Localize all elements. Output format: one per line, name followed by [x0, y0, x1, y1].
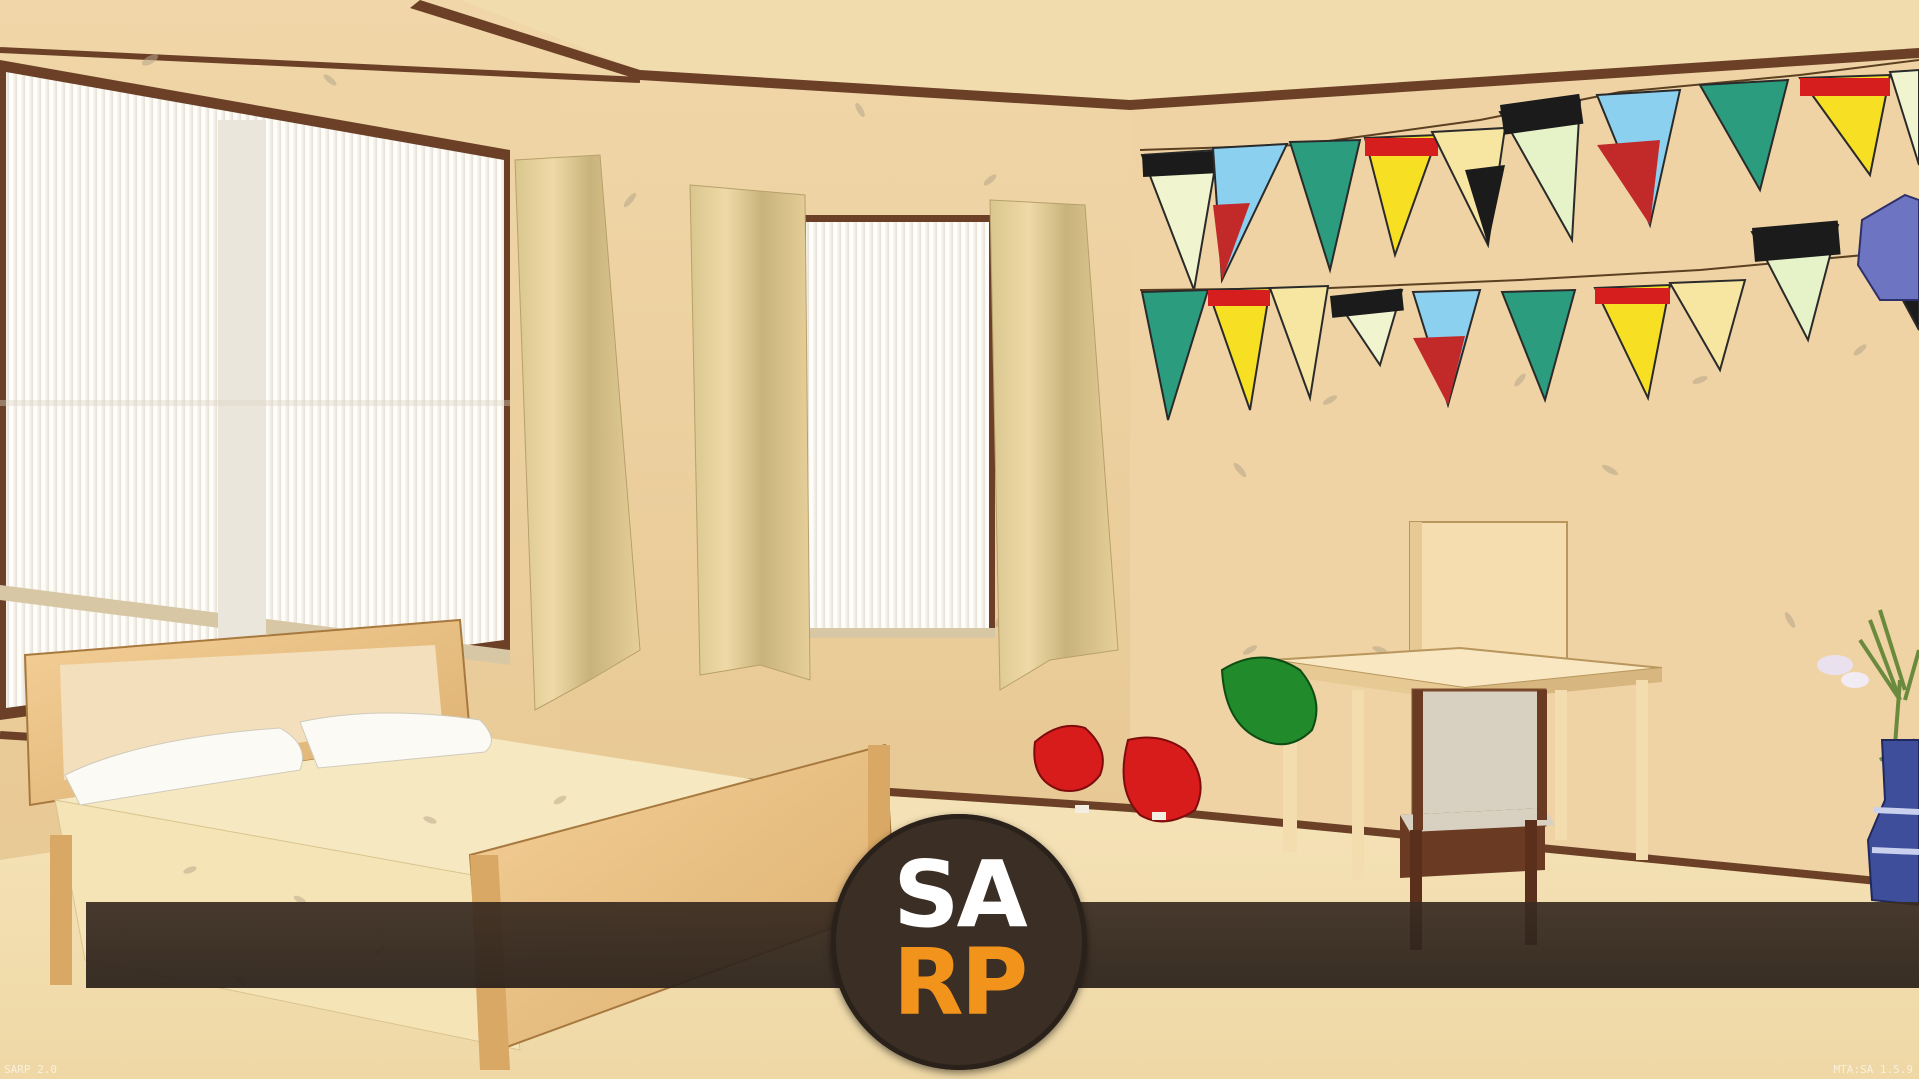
game-scene: SA RP SARP 2.0 MTA:SA 1.5.9 [0, 0, 1919, 1079]
tall-chair [1409, 521, 1568, 668]
logo-text-bottom: RP [892, 929, 1028, 1036]
version-label-left: SARP 2.0 [4, 1063, 57, 1076]
logo-text-top: SA [893, 841, 1027, 948]
left-window [0, 60, 510, 720]
center-window [800, 215, 995, 638]
version-label-right: MTA:SA 1.5.9 [1833, 1063, 1913, 1076]
sarp-logo: SA RP [831, 814, 1087, 1070]
